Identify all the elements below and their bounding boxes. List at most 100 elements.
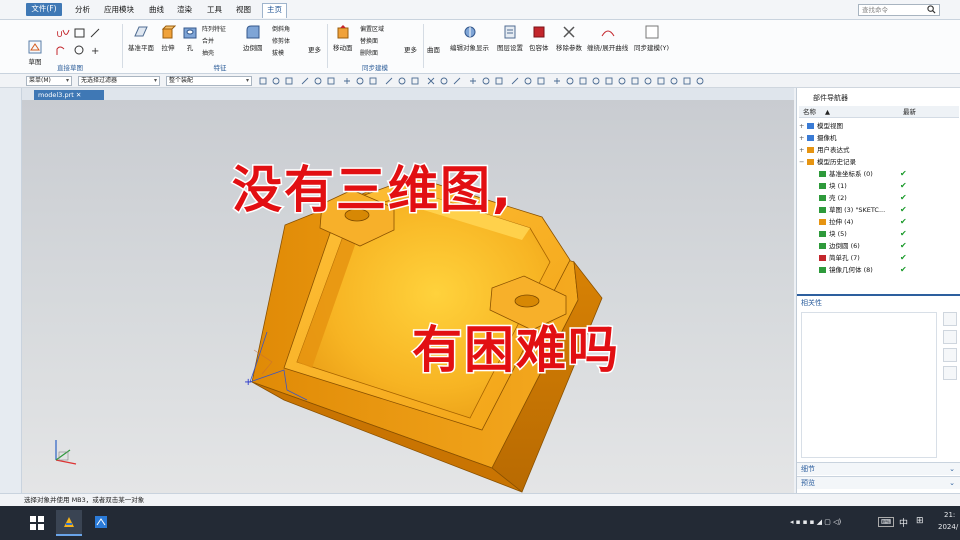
menu-file[interactable]: 文件(F) bbox=[26, 3, 62, 16]
hole-button[interactable]: 孔 bbox=[182, 24, 198, 52]
windows-start-icon[interactable] bbox=[30, 516, 44, 530]
sort-up-icon: ▲ bbox=[825, 108, 830, 116]
part-navigator-title: 部件导航器 bbox=[813, 94, 848, 102]
more-features-button[interactable]: 更多 bbox=[308, 44, 321, 54]
navigator-tree-row[interactable]: + 摄像机 bbox=[797, 132, 957, 144]
navigator-tree-row[interactable]: 简单孔 (7) ✔ bbox=[797, 252, 957, 264]
tab-home[interactable]: 主页 bbox=[262, 3, 287, 18]
offset-region-button[interactable]: 偏置区域 bbox=[360, 24, 384, 33]
feature-icon bbox=[807, 159, 814, 165]
snap-toolbar-icons[interactable] bbox=[258, 77, 718, 85]
draft-button[interactable]: 拔模 bbox=[272, 48, 284, 57]
layer-settings-button[interactable]: 图层设置 bbox=[497, 24, 523, 52]
taskbar-app-2[interactable] bbox=[88, 510, 114, 536]
relevance-body bbox=[801, 312, 937, 458]
collapse-node-icon[interactable]: − bbox=[799, 156, 804, 168]
keyboard-icon[interactable]: ⌨ bbox=[878, 517, 895, 527]
expand-node-icon[interactable]: + bbox=[799, 132, 804, 144]
menu-dropdown[interactable]: 菜单(M) bbox=[26, 76, 72, 86]
input-language[interactable]: 中 bbox=[899, 516, 908, 529]
details-section[interactable]: 细节 ⌄ bbox=[797, 462, 960, 475]
preview-section[interactable]: 预览 ⌄ bbox=[797, 476, 960, 489]
navigator-tree-row[interactable]: 块 (5) ✔ bbox=[797, 228, 957, 240]
datum-plane-button[interactable]: 基准平面 bbox=[128, 24, 154, 52]
navigator-tree-row[interactable]: − 模型历史记录 bbox=[797, 156, 957, 168]
remove-params-icon bbox=[563, 26, 575, 38]
menu-view[interactable]: 视图 bbox=[233, 4, 254, 16]
more-sync-button[interactable]: 更多 bbox=[404, 44, 417, 54]
sync-modeling-icon bbox=[645, 25, 659, 39]
feature-icon bbox=[819, 219, 826, 225]
navigator-tree-row[interactable]: + 用户表达式 bbox=[797, 144, 957, 156]
delete-face-button[interactable]: 删除面 bbox=[360, 48, 378, 57]
trim-body-button[interactable]: 修剪体 bbox=[272, 36, 290, 45]
tray-icons[interactable]: ◂ ▪ ▪ ▪ ◢ ▢ ◁) bbox=[790, 518, 841, 526]
curve-tools-icon[interactable]: ∪ + bbox=[54, 25, 108, 59]
move-face-button[interactable]: 移动面 bbox=[333, 24, 353, 52]
find-icon[interactable] bbox=[943, 312, 957, 326]
relevance-title[interactable]: 相关性 bbox=[801, 298, 822, 308]
selection-filter-dropdown[interactable]: 无选择过滤器 bbox=[78, 76, 160, 86]
wrap-button[interactable]: 包容体 bbox=[529, 24, 549, 52]
menu-tools[interactable]: 工具 bbox=[204, 4, 225, 16]
part-navigator-panel: 部件导航器 名称 ▲ 最新 + 模型视图 + 摄像机 + 用户表达式 − 模型历史记录 基准坐标… bbox=[796, 88, 960, 493]
sketch-button[interactable]: 草图 bbox=[28, 40, 42, 66]
remove-params-button[interactable]: 移除参数 bbox=[556, 24, 582, 52]
menu-analysis[interactable]: 分析 bbox=[72, 4, 93, 16]
sync-modeling-button[interactable]: 同步建模(Y) bbox=[634, 24, 669, 52]
unite-button[interactable]: 合并 bbox=[202, 36, 214, 45]
assembly-scope-dropdown[interactable]: 整个装配 bbox=[166, 76, 252, 86]
up-to-date-check-icon: ✔ bbox=[900, 169, 907, 178]
search-icon[interactable] bbox=[927, 5, 936, 14]
wrap-icon bbox=[533, 26, 545, 38]
menu-applications[interactable]: 应用模块 bbox=[101, 4, 137, 16]
relevance-section: 相关性 bbox=[797, 294, 960, 464]
navigator-tree-row[interactable]: 草图 (3) "SKETC... ✔ bbox=[797, 204, 957, 216]
expand-icon[interactable] bbox=[943, 330, 957, 344]
surface-button[interactable]: 曲面 bbox=[427, 44, 440, 54]
navigator-tree-row[interactable]: 壳 (2) ✔ bbox=[797, 192, 957, 204]
navigator-tree-label: 模型历史记录 bbox=[817, 158, 856, 166]
column-latest[interactable]: 最新 bbox=[903, 106, 916, 118]
unwrap-curve-button[interactable]: 缠绕/展开曲线 bbox=[587, 24, 628, 52]
feature-icon bbox=[807, 135, 814, 141]
navigator-tree-label: 简单孔 (7) bbox=[829, 254, 860, 262]
navigator-tree-row[interactable]: 镜像几何体 (8) ✔ bbox=[797, 264, 957, 276]
shell-button[interactable]: 抽壳 bbox=[202, 48, 214, 57]
feature-icon bbox=[807, 147, 814, 153]
document-tab-label: model3.prt bbox=[38, 91, 74, 99]
navigator-tree-row[interactable]: 块 (1) ✔ bbox=[797, 180, 957, 192]
navigator-tree-label: 摄像机 bbox=[817, 134, 837, 142]
expand-node-icon[interactable]: + bbox=[799, 144, 804, 156]
pattern-feature-button[interactable]: 阵列特征 bbox=[202, 24, 226, 33]
edge-blend-button[interactable]: 边倒圆 bbox=[243, 24, 263, 52]
taskbar-app-nx[interactable] bbox=[56, 510, 82, 536]
feature-icon bbox=[819, 171, 826, 177]
options-icon[interactable] bbox=[943, 366, 957, 380]
navigator-tree-row[interactable]: 基准坐标系 (0) ✔ bbox=[797, 168, 957, 180]
edge-blend-icon bbox=[246, 25, 260, 39]
menu-render[interactable]: 渲染 bbox=[174, 4, 195, 16]
up-to-date-check-icon: ✔ bbox=[900, 229, 907, 238]
navigator-tree-row[interactable]: 拉伸 (4) ✔ bbox=[797, 216, 957, 228]
extrude-button[interactable]: 拉伸 bbox=[160, 24, 176, 52]
column-name[interactable]: 名称 bbox=[803, 106, 816, 118]
menu-curve[interactable]: 曲线 bbox=[146, 4, 167, 16]
edit-object-display-button[interactable]: 编辑对象显示 bbox=[450, 24, 489, 52]
up-to-date-check-icon: ✔ bbox=[900, 241, 907, 250]
collapse-icon[interactable] bbox=[943, 348, 957, 362]
expand-node-icon[interactable]: + bbox=[799, 120, 804, 132]
document-tab[interactable]: model3.prt ✕ bbox=[34, 90, 104, 100]
clock-time[interactable]: 21: bbox=[944, 511, 955, 519]
ime-icon[interactable]: ⊞ bbox=[916, 516, 924, 526]
feature-icon bbox=[819, 231, 826, 237]
svg-text:+: + bbox=[91, 46, 99, 57]
navigator-tree-label: 用户表达式 bbox=[817, 146, 850, 154]
navigator-tree-row[interactable]: 边倒圆 (6) ✔ bbox=[797, 240, 957, 252]
clock-date[interactable]: 2024/ bbox=[938, 523, 958, 531]
sketch-icon bbox=[28, 40, 42, 54]
chamfer-button[interactable]: 倒斜角 bbox=[272, 24, 290, 33]
replace-face-button[interactable]: 替换面 bbox=[360, 36, 378, 45]
navigator-tree-row[interactable]: + 模型视图 bbox=[797, 120, 957, 132]
feature-group-label: 特征 bbox=[213, 64, 227, 72]
